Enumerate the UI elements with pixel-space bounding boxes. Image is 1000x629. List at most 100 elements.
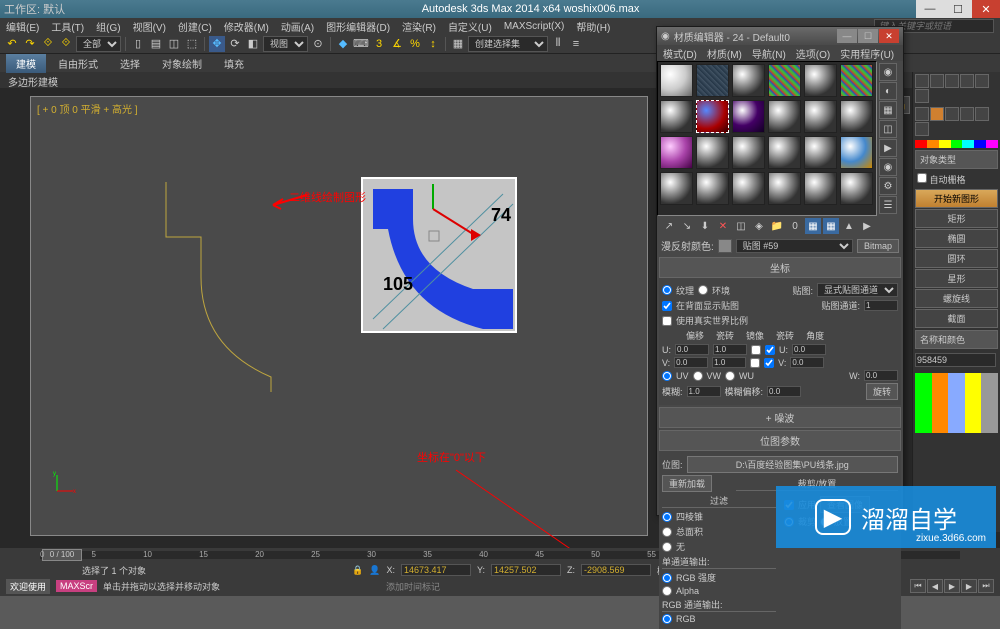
menu-group[interactable]: 组(G) bbox=[96, 19, 120, 34]
mapchannel-spinner[interactable] bbox=[864, 300, 898, 311]
filter-pyramid-radio[interactable] bbox=[662, 512, 672, 522]
lock-icon[interactable]: 👤 bbox=[369, 565, 380, 576]
z-coord-input[interactable] bbox=[581, 564, 651, 576]
v-angle-spinner[interactable] bbox=[790, 357, 824, 368]
mat-slot[interactable] bbox=[768, 100, 801, 133]
mat-menu-nav[interactable]: 导航(N) bbox=[752, 46, 786, 61]
percent-snap-icon[interactable]: % bbox=[407, 36, 423, 52]
show-map-icon[interactable]: ▦ bbox=[805, 218, 821, 234]
mat-editor-titlebar[interactable]: ◉ 材质编辑器 - 24 - Default0 — ☐ ✕ bbox=[657, 27, 903, 45]
rgb-rgb-radio[interactable] bbox=[662, 614, 672, 624]
menu-modifier[interactable]: 修改器(M) bbox=[224, 19, 269, 34]
btn-rect[interactable]: 矩形 bbox=[915, 209, 998, 228]
mat-menu-mode[interactable]: 模式(D) bbox=[663, 46, 697, 61]
mat-slot[interactable] bbox=[696, 136, 729, 169]
mat-slot[interactable] bbox=[660, 172, 693, 205]
mat-slot[interactable] bbox=[660, 100, 693, 133]
x-coord-input[interactable] bbox=[401, 564, 471, 576]
btn-helix[interactable]: 螺旋线 bbox=[915, 289, 998, 308]
maximize-button[interactable]: ☐ bbox=[944, 0, 972, 18]
menu-help[interactable]: 帮助(H) bbox=[576, 19, 610, 34]
reload-button[interactable]: 重新加载 bbox=[662, 475, 712, 492]
viewport[interactable]: [ + 0 顶 0 平滑 + 高光 ] 74 105 二维线绘制图形 坐 bbox=[30, 96, 648, 536]
options-icon[interactable]: ⚙ bbox=[879, 177, 897, 195]
u-angle-spinner[interactable] bbox=[792, 344, 826, 355]
minimize-button[interactable]: — bbox=[916, 0, 944, 18]
named-sel-icon[interactable]: ▦ bbox=[450, 36, 466, 52]
close-button[interactable]: ✕ bbox=[972, 0, 1000, 18]
radio-texture[interactable] bbox=[662, 285, 672, 295]
realworld-check[interactable] bbox=[662, 316, 672, 326]
tab-modify-icon[interactable] bbox=[930, 74, 944, 88]
menu-render[interactable]: 渲染(R) bbox=[402, 19, 436, 34]
bitmap-path-button[interactable]: D:\百度经验图集\PU线条.jpg bbox=[687, 456, 898, 473]
refcoord-dropdown[interactable]: 视图 bbox=[263, 36, 308, 52]
tab-fill[interactable]: 填充 bbox=[214, 54, 254, 73]
sample-type-icon[interactable]: ◉ bbox=[879, 63, 897, 81]
preview-icon[interactable]: ◉ bbox=[879, 158, 897, 176]
rollout-bitmap[interactable]: 位图参数 bbox=[659, 430, 901, 451]
blur-spinner[interactable] bbox=[687, 386, 721, 397]
rotate-button[interactable]: 旋转 bbox=[866, 383, 898, 400]
v-offset-spinner[interactable] bbox=[674, 357, 708, 368]
v-tile-spinner[interactable] bbox=[712, 357, 746, 368]
make-unique-icon[interactable]: ◈ bbox=[751, 218, 767, 234]
sub-helpers-icon[interactable] bbox=[975, 107, 989, 121]
mat-slot[interactable] bbox=[696, 172, 729, 205]
mat-slot[interactable] bbox=[768, 172, 801, 205]
mapping-combo[interactable]: 显式贴图通道 bbox=[817, 283, 898, 297]
mat-slot[interactable] bbox=[696, 64, 729, 97]
window-crossing-icon[interactable]: ⬚ bbox=[184, 36, 200, 52]
move-icon[interactable]: ✥ bbox=[209, 36, 225, 52]
mat-slot[interactable] bbox=[804, 64, 837, 97]
sub-geom-icon[interactable] bbox=[915, 107, 929, 121]
v-mirror-check[interactable] bbox=[750, 358, 760, 368]
autogrid-check[interactable] bbox=[917, 173, 927, 183]
prev-frame-icon[interactable]: ◀ bbox=[927, 579, 943, 593]
video-check-icon[interactable]: ▶ bbox=[879, 139, 897, 157]
put-to-scene-icon[interactable]: ↘ bbox=[679, 218, 695, 234]
menu-create[interactable]: 创建(C) bbox=[178, 19, 212, 34]
mat-slot[interactable] bbox=[732, 64, 765, 97]
mat-max-button[interactable]: ☐ bbox=[858, 29, 878, 43]
btn-newshape[interactable]: 开始新图形 bbox=[915, 189, 998, 208]
u-mirror-check[interactable] bbox=[751, 345, 761, 355]
goto-end-icon[interactable]: ⏭ bbox=[978, 579, 994, 593]
maxscript-label[interactable]: MAXScr bbox=[56, 580, 97, 592]
mat-slot[interactable] bbox=[732, 172, 765, 205]
u-offset-spinner[interactable] bbox=[675, 344, 709, 355]
rollout-objtype[interactable]: 对象类型 bbox=[915, 150, 998, 169]
next-frame-icon[interactable]: ▶ bbox=[961, 579, 977, 593]
menu-custom[interactable]: 自定义(U) bbox=[448, 19, 492, 34]
mat-min-button[interactable]: — bbox=[837, 29, 857, 43]
put-library-icon[interactable]: 📁 bbox=[769, 218, 785, 234]
rollout-noise[interactable]: + 噪波 bbox=[659, 407, 901, 428]
menu-edit[interactable]: 编辑(E) bbox=[6, 19, 39, 34]
go-sibling-icon[interactable]: ▶ bbox=[859, 218, 875, 234]
sub-space-icon[interactable] bbox=[915, 122, 929, 136]
map-type-button[interactable]: Bitmap bbox=[857, 239, 899, 253]
named-selection-dropdown[interactable]: 创建选择集 bbox=[468, 36, 548, 52]
goto-start-icon[interactable]: ⏮ bbox=[910, 579, 926, 593]
go-parent-icon[interactable]: ▲ bbox=[841, 218, 857, 234]
make-copy-icon[interactable]: ◫ bbox=[733, 218, 749, 234]
object-name-input[interactable] bbox=[915, 353, 996, 367]
menu-graph[interactable]: 图形编辑器(D) bbox=[326, 19, 390, 34]
sub-lights-icon[interactable] bbox=[945, 107, 959, 121]
show-result-icon[interactable]: ▦ bbox=[823, 218, 839, 234]
rotate-icon[interactable]: ⟳ bbox=[227, 36, 243, 52]
mat-menu-util[interactable]: 实用程序(U) bbox=[840, 46, 894, 61]
mat-slot[interactable] bbox=[660, 64, 693, 97]
select-manip-icon[interactable]: ◆ bbox=[335, 36, 351, 52]
mat-menu-options[interactable]: 选项(O) bbox=[796, 46, 830, 61]
menu-tools[interactable]: 工具(T) bbox=[51, 19, 84, 34]
btn-donut[interactable]: 圆环 bbox=[915, 249, 998, 268]
show-back-check[interactable] bbox=[662, 301, 672, 311]
select-name-icon[interactable]: ▤ bbox=[148, 36, 164, 52]
mat-slot[interactable] bbox=[840, 136, 873, 169]
u-tile-spinner[interactable] bbox=[713, 344, 747, 355]
y-coord-input[interactable] bbox=[491, 564, 561, 576]
sub-shapes-icon[interactable] bbox=[930, 107, 944, 121]
add-timemark[interactable]: 添加时间标记 bbox=[386, 580, 440, 593]
w-angle-spinner[interactable] bbox=[864, 370, 898, 381]
